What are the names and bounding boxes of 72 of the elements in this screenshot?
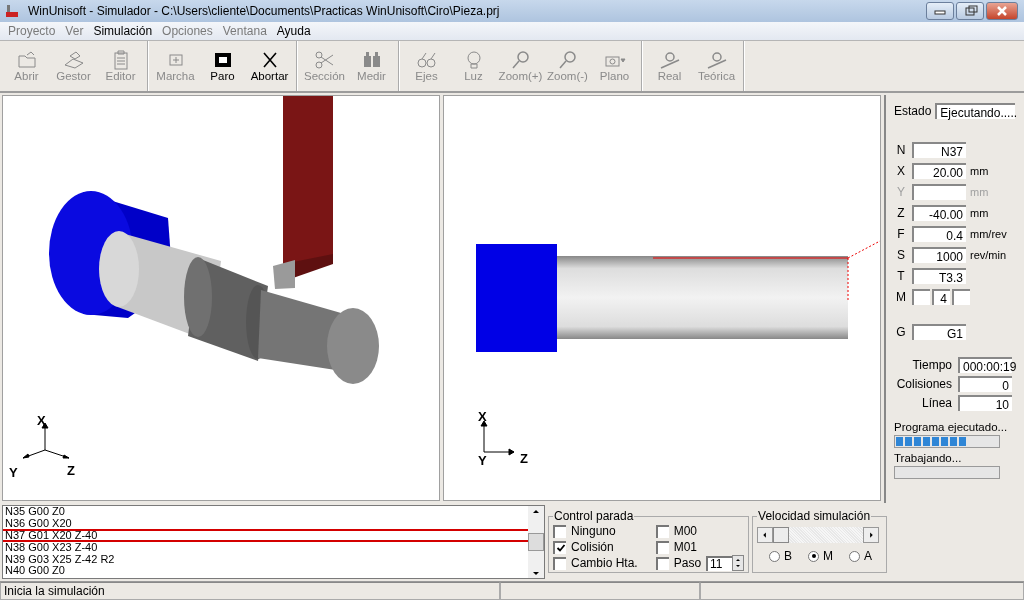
radio-option[interactable]: A [849,549,873,564]
group-title: Velocidad simulación [757,509,872,524]
minimize-button[interactable] [926,1,954,20]
close-button[interactable] [986,1,1018,20]
field-label: G [895,325,907,340]
program-line[interactable]: N35 G00 Z0 [3,506,528,518]
program-line[interactable]: N40 G00 Z0 [3,565,528,577]
value-field [912,289,930,306]
unit-label: rev/min [970,249,1007,262]
group-title: Control parada [553,509,635,524]
field-label: Tiempo [912,357,952,372]
axis-label: X [37,413,46,428]
spin-button[interactable] [732,555,745,572]
window-title: WinUnisoft - Simulador - C:\Users\cliente\Documents\Practicas WinUnisoft\Ciro\Pieza.prj [28,3,501,18]
field-label: N [895,143,907,158]
progress-label: Trabajando... [894,451,963,464]
value-field: 1000 [912,247,966,264]
status-field: Ejecutando..... [935,103,1016,120]
field-label: F [896,227,906,242]
checkbox-option[interactable]: Colisión [553,539,638,556]
step-field[interactable]: 11 [706,555,733,571]
field-label: Z [896,206,906,221]
unit-label: mm/rev [970,228,1007,241]
value-field: T3.3 [912,268,966,285]
axis-label: Z [520,451,528,466]
value-field: 0 [958,375,1012,392]
value-field: G1 [912,324,966,341]
progress-label: Programa ejecutado... [894,420,1009,433]
field-label: Y [896,185,906,200]
checkbox-option[interactable]: Cambio Hta. [553,555,638,572]
scrollbar[interactable] [528,506,544,579]
restore-button[interactable] [956,1,984,20]
field-label: X [896,164,906,179]
checkbox-option[interactable]: M00 [655,523,698,540]
program-line[interactable]: N39 G03 X25 Z-42 R2 [3,553,528,566]
check-icon [555,543,566,554]
status-text: Inicia la simulación [0,582,500,600]
field-label: Línea [921,395,952,410]
field-label: Colisiones [896,376,952,391]
value-field: N37 [912,142,966,159]
program-line[interactable]: N36 G00 X20 [3,517,528,530]
program-line[interactable]: N38 G00 X23 Z-40 [3,542,528,554]
menu-item[interactable]: Simulación [88,23,158,38]
field-label: T [896,269,906,284]
value-field [952,289,970,306]
checkbox-option[interactable]: Paso [655,555,702,572]
speed-slider[interactable] [757,527,880,544]
value-field: 20.00 [912,163,966,180]
toolbar-button[interactable]: Abortar [246,40,293,91]
program-line[interactable]: N37 G01 X20 Z-40 [3,529,528,543]
axis-label: X [478,409,487,424]
value-field: 0.4 [912,226,966,243]
menu-item[interactable]: Ayuda [271,23,316,38]
axis-label: Z [67,463,75,478]
checkbox-option[interactable]: Ninguno [553,523,638,540]
unit-label: mm [970,186,989,199]
field-label: M [895,290,907,305]
app-icon [4,2,20,19]
field-label: S [896,248,906,263]
value-field [912,184,966,201]
toolbar-button[interactable]: Paro [199,40,246,91]
unit-label: mm [970,207,989,220]
checkbox-option[interactable]: M01 [655,539,698,556]
value-field: 10 [958,394,1012,411]
axis-label: Y [9,465,18,480]
unit-label: mm [970,165,989,178]
field-label: Estado [894,104,932,119]
radio-option[interactable]: B [769,549,793,564]
radio-option[interactable]: M [808,549,834,564]
axis-label: Y [478,453,487,468]
value-field: 4 [932,289,950,306]
value-field: -40.00 [912,205,966,222]
